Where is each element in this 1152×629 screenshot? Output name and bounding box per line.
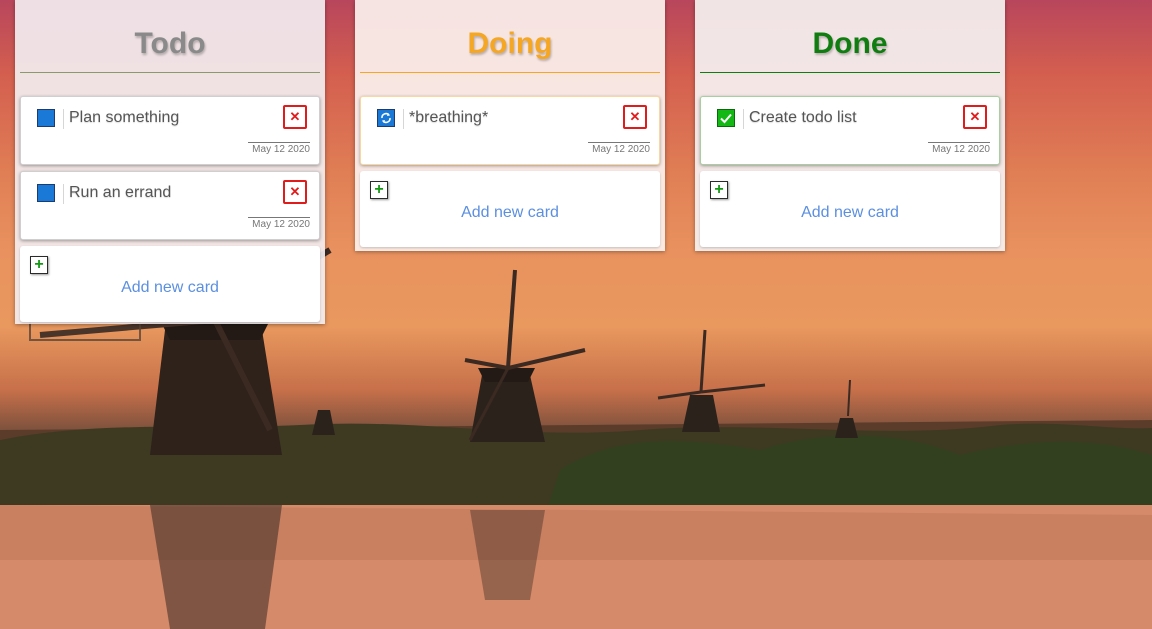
checkmark-icon[interactable]	[717, 109, 735, 127]
add-card-label[interactable]: Add new card	[20, 279, 320, 297]
add-card-button[interactable]: + Add new card	[360, 171, 660, 247]
card-date: May 12 2020	[588, 142, 650, 155]
card-title[interactable]: Create todo list	[749, 109, 857, 127]
doing-card[interactable]: *breathing* ✕ May 12 2020	[360, 96, 660, 165]
square-icon[interactable]	[37, 184, 55, 202]
card-title[interactable]: Run an errand	[69, 184, 171, 202]
done-card[interactable]: Create todo list ✕ May 12 2020	[700, 96, 1000, 165]
add-card-label[interactable]: Add new card	[360, 204, 660, 222]
card-date: May 12 2020	[248, 217, 310, 230]
plus-icon[interactable]: +	[30, 256, 48, 274]
divider	[63, 109, 64, 129]
add-card-label[interactable]: Add new card	[700, 204, 1000, 222]
card-title[interactable]: Plan something	[69, 109, 179, 127]
close-icon[interactable]: ✕	[283, 105, 307, 129]
close-icon[interactable]: ✕	[283, 180, 307, 204]
card-date: May 12 2020	[248, 142, 310, 155]
divider	[403, 109, 404, 129]
square-icon[interactable]	[37, 109, 55, 127]
column-title: Todo	[20, 0, 320, 73]
close-icon[interactable]: ✕	[963, 105, 987, 129]
done-column: Done Create todo list ✕ May 12 2020 + Ad…	[695, 0, 1005, 251]
card-date: May 12 2020	[928, 142, 990, 155]
todo-column: Todo Plan something ✕ May 12 2020 Run an…	[15, 0, 325, 324]
doing-column: Doing *breathing* ✕ May 12 2020 + Add ne…	[355, 0, 665, 251]
todo-card[interactable]: Plan something ✕ May 12 2020	[20, 96, 320, 165]
todo-card[interactable]: Run an errand ✕ May 12 2020	[20, 171, 320, 240]
close-icon[interactable]: ✕	[623, 105, 647, 129]
plus-icon[interactable]: +	[370, 181, 388, 199]
refresh-icon[interactable]	[377, 109, 395, 127]
column-title: Doing	[360, 0, 660, 73]
divider	[743, 109, 744, 129]
column-title: Done	[700, 0, 1000, 73]
card-title[interactable]: *breathing*	[409, 109, 488, 127]
plus-icon[interactable]: +	[710, 181, 728, 199]
add-card-button[interactable]: + Add new card	[20, 246, 320, 322]
divider	[63, 184, 64, 204]
add-card-button[interactable]: + Add new card	[700, 171, 1000, 247]
